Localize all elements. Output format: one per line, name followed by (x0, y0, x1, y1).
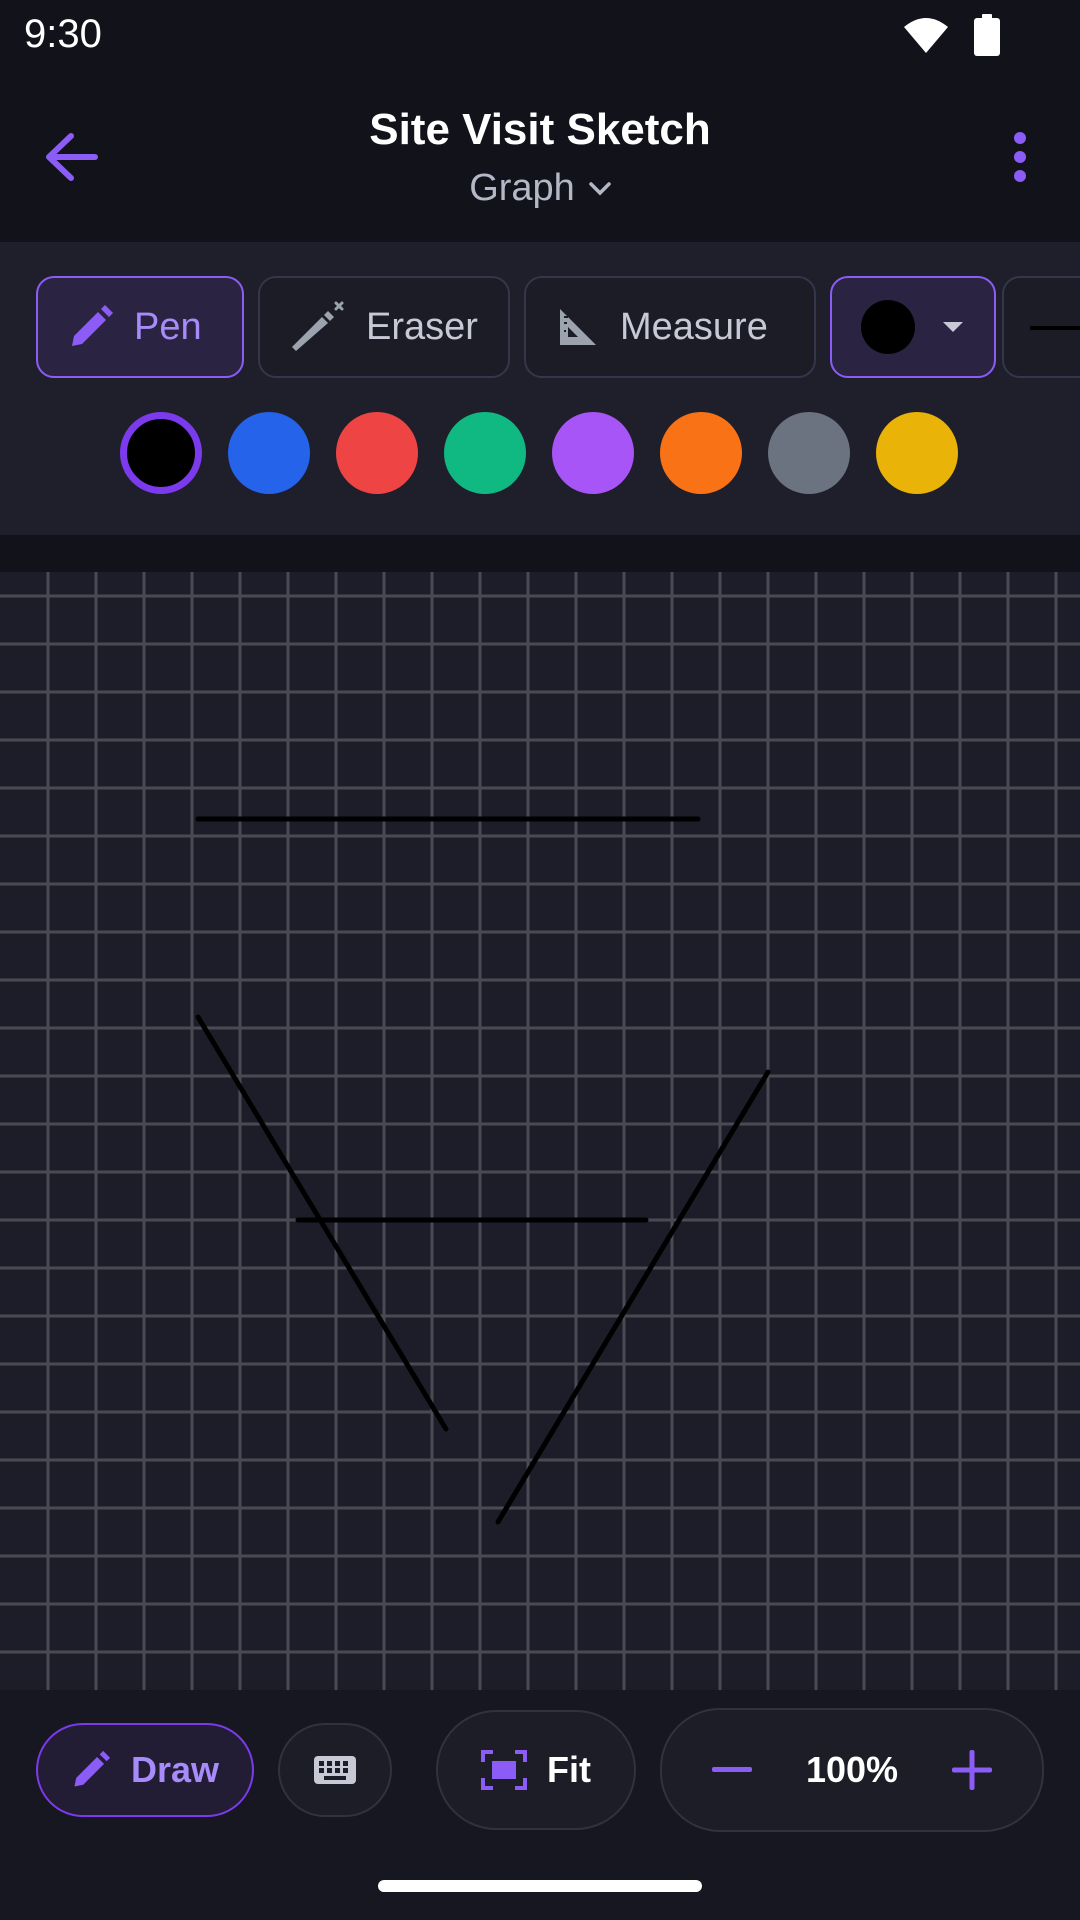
canvas-surface[interactable] (0, 572, 1080, 1690)
keyboard-icon (314, 1756, 356, 1784)
paper-type-label: Graph (469, 167, 575, 209)
stroke-width-preview (1030, 326, 1080, 330)
color-swatch-orange[interactable] (660, 412, 742, 494)
color-swatch-blue[interactable] (228, 412, 310, 494)
paper-type-selector[interactable]: Graph (0, 167, 1080, 210)
draw-mode-label: Draw (130, 1749, 220, 1790)
color-swatch-gray[interactable] (768, 412, 850, 494)
fit-label: Fit (547, 1749, 591, 1790)
pencil-icon (74, 1750, 111, 1787)
pen-tool-label: Pen (134, 305, 202, 348)
chevron-down-icon (589, 181, 611, 195)
stroke-width-button[interactable] (1002, 276, 1080, 378)
keyboard-mode-button[interactable] (278, 1723, 392, 1817)
set-square-icon (560, 309, 596, 345)
status-bar: 9:30 (0, 0, 1080, 75)
status-icons (902, 14, 1000, 56)
home-indicator[interactable] (378, 1880, 702, 1892)
pencil-icon (72, 305, 113, 346)
measure-tool-button[interactable]: Measure (524, 276, 816, 378)
wifi-icon (904, 18, 948, 53)
fit-to-screen-button[interactable]: Fit (436, 1710, 636, 1830)
drawing-canvas[interactable] (0, 572, 1080, 1690)
zoom-control: 100% (660, 1708, 1044, 1832)
fit-screen-icon (481, 1750, 527, 1790)
battery-icon (974, 14, 1000, 56)
stroke-right-diagonal (495, 1069, 771, 1525)
app-bar: Site Visit Sketch Graph (0, 75, 1080, 240)
color-picker-dropdown[interactable] (830, 276, 996, 378)
tools-row: Pen Eraser Measure (36, 276, 996, 382)
graph-grid (0, 572, 1080, 1690)
more-vertical-icon (1014, 132, 1026, 182)
current-color-swatch (861, 300, 915, 354)
color-swatch-yellow[interactable] (876, 412, 958, 494)
color-swatch-purple[interactable] (552, 412, 634, 494)
stroke-left-diagonal (195, 1014, 449, 1432)
color-swatch-red[interactable] (336, 412, 418, 494)
color-swatch-green[interactable] (444, 412, 526, 494)
more-options-button[interactable] (1000, 125, 1040, 189)
plus-icon (951, 1750, 992, 1790)
measure-tool-label: Measure (620, 305, 768, 348)
zoom-out-button[interactable] (702, 1740, 762, 1800)
eraser-tool-label: Eraser (366, 305, 478, 348)
color-swatch-black[interactable] (120, 412, 202, 494)
caret-down-icon (943, 322, 963, 332)
title-block: Site Visit Sketch Graph (0, 105, 1080, 210)
draw-mode-button[interactable]: Draw (36, 1723, 254, 1817)
pen-tool-button[interactable]: Pen (36, 276, 244, 378)
tool-panel: Pen Eraser Measure (0, 242, 1080, 535)
eraser-tool-button[interactable]: Eraser (258, 276, 510, 378)
status-time: 9:30 (24, 12, 102, 56)
color-palette (120, 412, 958, 494)
zoom-in-button[interactable] (942, 1740, 1002, 1800)
zoom-level: 100% (805, 1749, 899, 1790)
eraser-wand-icon (292, 301, 344, 351)
minus-icon (712, 1767, 752, 1772)
page-title: Site Visit Sketch (369, 105, 711, 154)
